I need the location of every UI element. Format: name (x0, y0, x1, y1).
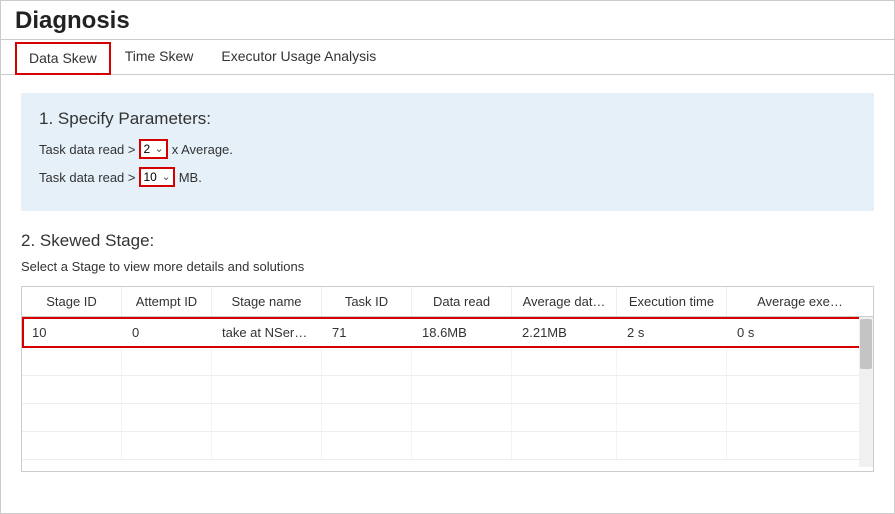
stage-sub: Select a Stage to view more details and … (21, 259, 874, 274)
multiplier-select[interactable]: 2 (139, 139, 167, 159)
params-heading: 1. Specify Parameters: (39, 109, 856, 129)
param2-suffix: MB. (179, 170, 202, 185)
col-exec-time[interactable]: Execution time (617, 287, 727, 316)
param1-prefix: Task data read > (39, 142, 135, 157)
table-row (22, 432, 873, 460)
tabs-bar: Data Skew Time Skew Executor Usage Analy… (1, 40, 894, 75)
table-header-row: Stage ID Attempt ID Stage name Task ID D… (22, 287, 873, 317)
tab-time-skew[interactable]: Time Skew (111, 40, 208, 74)
cell-attempt-id: 0 (124, 319, 214, 346)
table-row (22, 348, 873, 376)
cell-data-read: 18.6MB (414, 319, 514, 346)
param2-prefix: Task data read > (39, 170, 135, 185)
col-stage-name[interactable]: Stage name (212, 287, 322, 316)
table-body: 10 0 take at NSer… 71 18.6MB 2.21MB 2 s … (22, 317, 873, 460)
col-stage-id[interactable]: Stage ID (22, 287, 122, 316)
cell-exec-time: 2 s (619, 319, 729, 346)
page-title: Diagnosis (15, 7, 880, 35)
scrollbar-thumb[interactable] (860, 319, 872, 369)
content-area: 1. Specify Parameters: Task data read > … (1, 75, 894, 490)
cell-task-id: 71 (324, 319, 414, 346)
param1-suffix: x Average. (172, 142, 233, 157)
specify-parameters-panel: 1. Specify Parameters: Task data read > … (21, 93, 874, 211)
col-attempt-id[interactable]: Attempt ID (122, 287, 212, 316)
table-row[interactable]: 10 0 take at NSer… 71 18.6MB 2.21MB 2 s … (22, 317, 873, 348)
stage-table: Stage ID Attempt ID Stage name Task ID D… (21, 286, 874, 472)
col-avg-data[interactable]: Average dat… (512, 287, 617, 316)
vertical-scrollbar[interactable] (859, 317, 873, 467)
tab-data-skew[interactable]: Data Skew (15, 42, 111, 75)
skewed-stage-panel: 2. Skewed Stage: Select a Stage to view … (21, 231, 874, 472)
col-task-id[interactable]: Task ID (322, 287, 412, 316)
mb-select[interactable]: 10 (139, 167, 174, 187)
stage-heading: 2. Skewed Stage: (21, 231, 874, 251)
table-row (22, 376, 873, 404)
table-row (22, 404, 873, 432)
cell-avg-data: 2.21MB (514, 319, 619, 346)
col-avg-exec[interactable]: Average exe… (727, 287, 873, 316)
cell-avg-exec: 0 s (729, 319, 871, 346)
param-line-multiplier: Task data read > 2 x Average. (39, 139, 856, 159)
cell-stage-name: take at NSer… (214, 319, 324, 346)
page-header: Diagnosis (1, 1, 894, 40)
cell-stage-id: 10 (24, 319, 124, 346)
col-data-read[interactable]: Data read (412, 287, 512, 316)
tab-executor-usage[interactable]: Executor Usage Analysis (207, 40, 390, 74)
param-line-mb: Task data read > 10 MB. (39, 167, 856, 187)
